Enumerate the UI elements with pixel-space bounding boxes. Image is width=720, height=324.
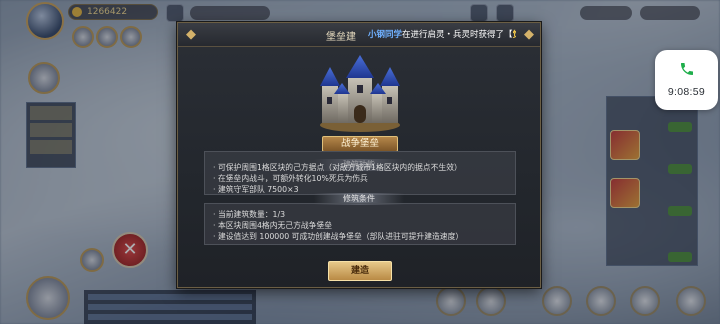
building-name: 战争堡垒 [322, 136, 398, 152]
function-line-2: · 在堡垒内战斗，可额外转化10%死兵为伤兵 [213, 174, 368, 183]
war-fortress-icon [320, 55, 400, 132]
requirement-line-3: · 建设值达到 100000 可成功创建战争堡垒（部队进驻可提升建造速度） [213, 232, 464, 241]
call-duration: 9:08:59 [667, 86, 706, 98]
requirement-line-1: · 当前建筑数量：1/3 [213, 210, 286, 219]
broadcast-marquee: 小钢同学在进行启灵・兵灵时获得了【觉 [368, 27, 516, 43]
function-section: · 可保护周围1格区块的己方据点（对敌方城市1格区块内的据点不生效） · 在堡垒… [204, 151, 516, 195]
phone-icon [681, 63, 693, 75]
building-dialog: ◆ 堡垒建 小钢同学在进行启灵・兵灵时获得了【觉 ◆ [177, 22, 541, 288]
broadcast-player-name: 小钢同学 [368, 30, 403, 40]
build-button[interactable]: 建造 [328, 261, 392, 281]
broadcast-highlight: 觉 [513, 30, 516, 40]
call-widget[interactable]: 9:08:59 [655, 50, 718, 110]
requirement-line-2: · 本区块周围4格内无己方战争堡垒 [213, 221, 333, 230]
function-line-1: · 可保护周围1格区块的己方据点（对敌方城市1格区块内的据点不生效） [213, 163, 462, 172]
requirements-section: · 当前建筑数量：1/3 · 本区块周围4格内无己方战争堡垒 · 建设值达到 1… [204, 203, 516, 245]
back-arrow-icon[interactable]: ◆ [184, 27, 198, 43]
dialog-title: 堡垒建 [326, 32, 356, 43]
close-arrow-icon[interactable]: ◆ [522, 27, 536, 43]
broadcast-text: 在进行启灵・兵灵时获得了【 [402, 30, 513, 40]
dialog-header: ◆ 堡垒建 小钢同学在进行启灵・兵灵时获得了【觉 ◆ [178, 23, 540, 47]
